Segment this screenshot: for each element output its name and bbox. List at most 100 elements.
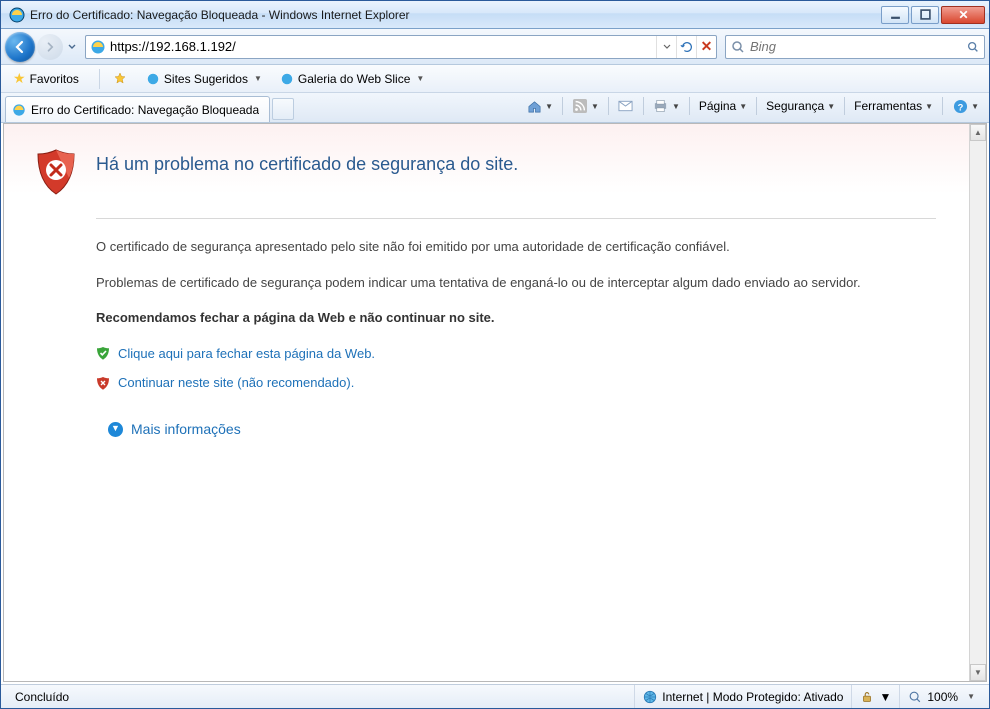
ie-small-icon xyxy=(146,72,160,86)
expand-icon: ▼ xyxy=(108,422,123,437)
back-button[interactable] xyxy=(5,32,35,62)
tab-bar: Erro do Certificado: Navegação Bloqueada… xyxy=(1,93,989,123)
maximize-button[interactable] xyxy=(911,6,939,24)
security-label: Segurança xyxy=(766,99,824,113)
refresh-button[interactable] xyxy=(676,36,696,58)
scroll-down-button[interactable]: ▼ xyxy=(970,664,986,681)
error-text-1: O certificado de segurança apresentado p… xyxy=(96,237,936,257)
new-tab-button[interactable] xyxy=(272,98,294,120)
help-icon: ? xyxy=(952,98,968,114)
separator xyxy=(942,97,943,115)
add-to-favorites-bar[interactable] xyxy=(106,69,134,89)
svg-text:?: ? xyxy=(957,102,963,112)
globe-icon xyxy=(643,690,657,704)
search-input[interactable] xyxy=(750,39,962,54)
chevron-down-icon xyxy=(663,43,671,51)
ie-page-icon xyxy=(90,39,106,55)
separator xyxy=(562,97,563,115)
chevron-down-icon: ▼ xyxy=(672,102,680,111)
favorites-label: Favoritos xyxy=(30,72,79,86)
printer-icon xyxy=(653,98,669,114)
web-slice-gallery-link[interactable]: Galeria do Web Slice ▼ xyxy=(274,70,430,88)
read-mail-button[interactable] xyxy=(614,96,638,116)
shield-warn-icon xyxy=(96,376,110,390)
ie-tab-icon xyxy=(12,103,26,117)
feeds-button[interactable]: ▼ xyxy=(568,96,603,116)
chevron-down-icon: ▼ xyxy=(545,102,553,111)
separator xyxy=(99,69,100,89)
status-protected-mode[interactable]: ▼ xyxy=(851,685,899,708)
close-button[interactable] xyxy=(941,6,985,24)
vertical-scrollbar[interactable]: ▲ ▼ xyxy=(969,124,986,681)
status-zone[interactable]: Internet | Modo Protegido: Ativado xyxy=(634,685,851,708)
search-bar[interactable] xyxy=(725,35,985,59)
ie-small-icon xyxy=(280,72,294,86)
home-icon xyxy=(526,98,542,114)
window-title: Erro do Certificado: Navegação Bloqueada… xyxy=(30,8,881,22)
separator xyxy=(689,97,690,115)
chevron-down-icon: ▼ xyxy=(591,102,599,111)
tab-active[interactable]: Erro do Certificado: Navegação Bloqueada xyxy=(5,96,270,122)
chevron-down-icon: ▼ xyxy=(879,690,891,704)
zone-label: Internet | Modo Protegido: Ativado xyxy=(662,690,843,704)
continue-link[interactable]: Continuar neste site (não recomendado). xyxy=(118,373,354,393)
scroll-up-button[interactable]: ▲ xyxy=(970,124,986,141)
zoom-icon xyxy=(908,690,922,704)
shield-error-icon xyxy=(34,148,78,196)
error-text-2: Problemas de certificado de segurança po… xyxy=(96,273,936,293)
separator xyxy=(643,97,644,115)
page-menu[interactable]: Página▼ xyxy=(695,97,751,115)
favorites-button[interactable]: ★ Favoritos xyxy=(7,68,85,89)
tab-title: Erro do Certificado: Navegação Bloqueada xyxy=(31,103,259,117)
error-heading: Há um problema no certificado de seguran… xyxy=(96,148,518,175)
close-page-action[interactable]: Clique aqui para fechar esta página da W… xyxy=(96,344,936,364)
suggested-sites-link[interactable]: Sites Sugeridos ▼ xyxy=(140,70,268,88)
zoom-label: 100% xyxy=(927,690,958,704)
status-text: Concluído xyxy=(7,685,634,708)
status-bar: Concluído Internet | Modo Protegido: Ati… xyxy=(1,684,989,708)
navigation-bar: ✕ xyxy=(1,29,989,65)
continue-action[interactable]: Continuar neste site (não recomendado). xyxy=(96,373,936,393)
address-input[interactable] xyxy=(110,37,656,57)
home-button[interactable]: ▼ xyxy=(522,96,557,116)
web-slice-label: Galeria do Web Slice xyxy=(298,72,411,86)
chevron-down-icon: ▼ xyxy=(971,102,979,111)
tools-menu[interactable]: Ferramentas▼ xyxy=(850,97,937,115)
separator xyxy=(608,97,609,115)
close-page-link[interactable]: Clique aqui para fechar esta página da W… xyxy=(118,344,375,364)
more-info-link[interactable]: Mais informações xyxy=(131,419,241,440)
security-menu[interactable]: Segurança▼ xyxy=(762,97,839,115)
rss-icon xyxy=(572,98,588,114)
search-provider-icon xyxy=(730,39,746,55)
print-button[interactable]: ▼ xyxy=(649,96,684,116)
separator xyxy=(844,97,845,115)
forward-button[interactable] xyxy=(37,34,63,60)
zoom-control[interactable]: 100% ▼ xyxy=(899,685,983,708)
chevron-down-icon: ▼ xyxy=(967,692,975,701)
magnifier-icon xyxy=(966,40,980,54)
page-content: Há um problema no certificado de seguran… xyxy=(3,123,987,682)
address-bar[interactable]: ✕ xyxy=(85,35,717,59)
arrow-left-icon xyxy=(12,39,28,55)
chevron-down-icon: ▼ xyxy=(254,74,262,83)
search-go-button[interactable] xyxy=(962,40,984,54)
window-titlebar: Erro do Certificado: Navegação Bloqueada… xyxy=(1,1,989,29)
help-button[interactable]: ?▼ xyxy=(948,96,983,116)
star-add-icon xyxy=(112,71,128,87)
x-icon: ✕ xyxy=(701,38,713,55)
more-info-toggle[interactable]: ▼ Mais informações xyxy=(108,419,936,440)
minimize-button[interactable] xyxy=(881,6,909,24)
chevron-down-icon: ▼ xyxy=(827,102,835,111)
suggested-sites-label: Sites Sugeridos xyxy=(164,72,248,86)
stop-button[interactable]: ✕ xyxy=(696,36,716,58)
mail-icon xyxy=(618,98,634,114)
error-recommendation: Recomendamos fechar a página da Web e nã… xyxy=(96,308,936,328)
chevron-down-icon: ▼ xyxy=(925,102,933,111)
tools-label: Ferramentas xyxy=(854,99,922,113)
address-dropdown[interactable] xyxy=(656,36,676,58)
command-bar: ▼ ▼ ▼ Página▼ Segurança▼ Ferramentas▼ ?▼ xyxy=(522,96,983,116)
favorites-bar: ★ Favoritos Sites Sugeridos ▼ Galeria do… xyxy=(1,65,989,93)
separator xyxy=(756,97,757,115)
star-icon: ★ xyxy=(13,70,26,87)
recent-pages-dropdown[interactable] xyxy=(65,33,79,61)
